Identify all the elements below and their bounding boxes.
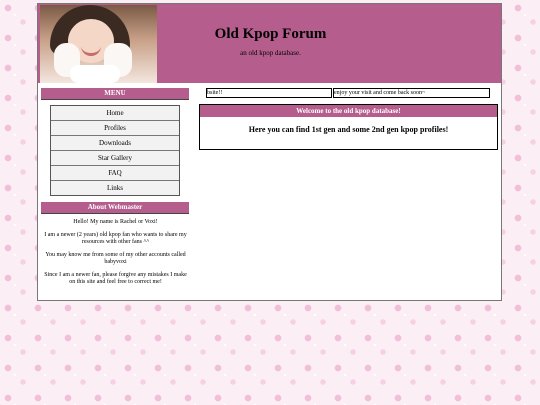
header-banner: Old Kpop Forum an old kpop database.: [38, 4, 501, 83]
header-photo: [40, 5, 157, 83]
marquee-right: enjoy your visit and come back soon~: [333, 88, 490, 98]
sidebar-menu: Home Profiles Downloads Star Gallery FAQ…: [50, 105, 180, 196]
menu-item-home[interactable]: Home: [51, 106, 179, 121]
about-paragraph: Hello! My name is Rachel or Voxi!: [73, 219, 158, 225]
about-heading: About Webmaster: [41, 202, 189, 214]
about-paragraph: I am a newer (2 years) old kpop fan who …: [44, 232, 187, 245]
menu-item-faq[interactable]: FAQ: [51, 166, 179, 181]
welcome-box: Welcome to the old kpop database! Here y…: [199, 104, 498, 150]
site-title: Old Kpop Forum: [214, 26, 327, 42]
marquee-left: bsite!!: [206, 88, 332, 98]
welcome-message: Here you can find 1st gen and some 2nd g…: [248, 125, 449, 134]
menu-item-links[interactable]: Links: [51, 181, 179, 195]
menu-heading: MENU: [41, 88, 189, 100]
welcome-heading: Welcome to the old kpop database!: [200, 105, 497, 117]
menu-item-downloads[interactable]: Downloads: [51, 136, 179, 151]
menu-item-star-gallery[interactable]: Star Gallery: [51, 151, 179, 166]
about-paragraph: You may know me from some of my other ac…: [45, 252, 186, 265]
menu-item-profiles[interactable]: Profiles: [51, 121, 179, 136]
about-paragraph: Since I am a newer fan, please forgive a…: [44, 272, 187, 285]
about-webmaster-text: Hello! My name is Rachel or Voxi! I am a…: [44, 219, 187, 292]
site-subtitle: an old kpop database.: [240, 49, 301, 57]
page-container: Old Kpop Forum an old kpop database. MEN…: [37, 3, 502, 301]
